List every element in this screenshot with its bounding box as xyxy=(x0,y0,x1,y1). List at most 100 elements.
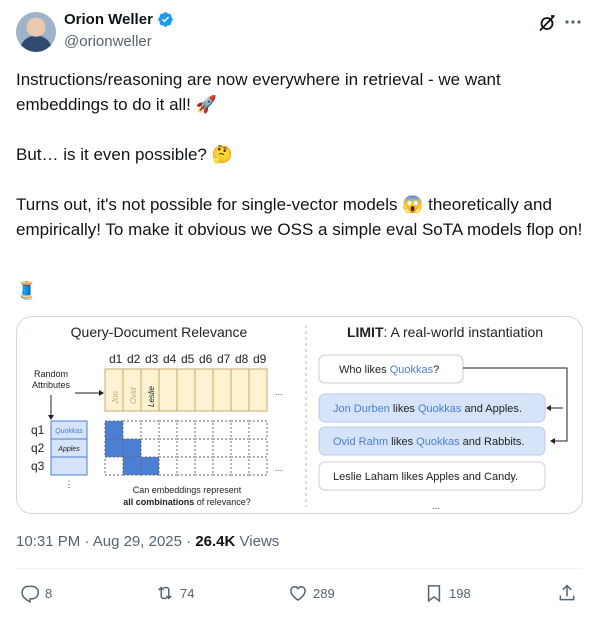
random-attributes-label-line2: Attributes xyxy=(32,380,71,390)
author-name-row: Orion Weller xyxy=(64,11,174,28)
share-button[interactable] xyxy=(557,583,577,603)
query-label: q2 xyxy=(31,441,45,455)
doc-bubble-2: Ovid Rahm likes Quokkas and Rabbits. xyxy=(318,426,546,456)
tweet-meta: 10:31 PM · Aug 29, 2025 · 26.4K Views xyxy=(16,533,280,550)
like-button[interactable]: 289 xyxy=(288,583,335,603)
doc-label: d8 xyxy=(235,352,249,366)
relevance-cell xyxy=(140,438,160,458)
attr-arrow-down-head xyxy=(48,415,54,420)
bookmark-icon xyxy=(427,585,441,603)
random-attributes-label-line1: Random xyxy=(34,369,68,379)
repost-count: 74 xyxy=(180,585,195,601)
query-label: q3 xyxy=(31,459,45,473)
relevance-cell xyxy=(104,438,124,458)
relevance-cell xyxy=(158,456,178,476)
relevance-cell xyxy=(248,438,268,458)
figure-caption-line2: all combinations of relevance? xyxy=(123,497,251,507)
relevance-cell xyxy=(140,420,160,440)
heart-icon xyxy=(290,585,306,601)
relevance-cell xyxy=(230,420,250,440)
relevance-cell xyxy=(212,438,232,458)
avatar[interactable] xyxy=(16,12,56,52)
relevance-cell xyxy=(104,456,124,476)
query-attr-apples: Apples xyxy=(57,446,80,453)
doc-label: d5 xyxy=(181,352,195,366)
relevance-cell xyxy=(104,420,124,440)
relevance-cell xyxy=(158,420,178,440)
doc-label: d4 xyxy=(163,352,177,366)
relevance-cell xyxy=(158,438,178,458)
doc-label: d2 xyxy=(127,352,141,366)
reply-count: 8 xyxy=(45,585,53,601)
relevance-cell xyxy=(194,420,214,440)
repost-icon xyxy=(158,586,172,600)
query-bubble-text: Who likes Quokkas? xyxy=(339,364,439,376)
doc-bubble-2-text: Ovid Rahm likes Quokkas and Rabbits. xyxy=(333,436,524,448)
figure-caption-line1: Can embeddings represent xyxy=(133,485,242,495)
doc-label: d9 xyxy=(253,352,267,366)
relevance-cell xyxy=(212,420,232,440)
author-handle[interactable]: @orionweller xyxy=(64,33,152,50)
attr-arrow-right-head xyxy=(99,390,104,396)
doc-label: d7 xyxy=(217,352,231,366)
query-label: q1 xyxy=(31,423,45,437)
doc-attr-leslie: Leslie xyxy=(147,386,156,407)
tweet-paragraph: But… is it even possible? 🤔 xyxy=(16,145,233,164)
relevance-cell xyxy=(230,456,250,476)
bookmark-button[interactable]: 198 xyxy=(424,583,471,603)
figure-ellipsis: ... xyxy=(432,501,440,512)
relevance-cell xyxy=(194,456,214,476)
reply-button[interactable]: 8 xyxy=(20,583,52,603)
relevance-cell xyxy=(194,438,214,458)
share-icon xyxy=(559,584,575,601)
author-display-name[interactable]: Orion Weller xyxy=(64,11,153,28)
more-options-icon[interactable] xyxy=(563,12,583,32)
tweet-paragraph: Instructions/reasoning are now everywher… xyxy=(16,70,501,114)
svg-text:...: ... xyxy=(275,463,283,473)
views-label: Views xyxy=(239,533,280,550)
doc-bubble-1: Jon Durben likes Quokkas and Apples. xyxy=(318,393,546,423)
query-labels: q1 q2 q3 xyxy=(31,423,45,473)
doc-label: d3 xyxy=(145,352,159,366)
relevance-cell xyxy=(248,456,268,476)
relevance-cell xyxy=(122,438,142,458)
relevance-cell xyxy=(122,456,142,476)
svg-text:⋮: ⋮ xyxy=(65,479,74,489)
tweet-media-image[interactable]: Query-Document Relevance d1 d2 d3 d4 d5 … xyxy=(16,316,583,514)
figure-right-title: LIMIT: A real-world instantiation xyxy=(347,324,543,340)
doc-bubble-1-text: Jon Durben likes Quokkas and Apples. xyxy=(333,403,522,415)
relevance-cell xyxy=(176,438,196,458)
query-bubble: Who likes Quokkas? xyxy=(318,354,464,384)
views-count: 26.4K xyxy=(195,533,236,550)
grok-icon[interactable] xyxy=(537,13,557,33)
verified-badge-icon xyxy=(158,12,173,27)
relevance-matrix xyxy=(104,420,268,476)
relevance-cell xyxy=(176,456,196,476)
doc-attr-ovid: Ovid xyxy=(129,387,138,404)
doc-bubble-3-text: Leslie Laham likes Apples and Candy. xyxy=(333,471,518,483)
bookmark-count: 198 xyxy=(449,585,471,601)
figure-left-title: Query-Document Relevance xyxy=(71,324,248,340)
relevance-cell xyxy=(176,420,196,440)
query-attr-quokkas: Quokkas xyxy=(55,428,83,435)
relevance-cell xyxy=(140,456,160,476)
relevance-cell xyxy=(212,456,232,476)
doc-label: d6 xyxy=(199,352,213,366)
like-count: 289 xyxy=(313,585,335,601)
query-attribute-matrix: Quokkas Apples ⋮ xyxy=(50,420,88,489)
doc-bubble-3: Leslie Laham likes Apples and Candy. xyxy=(318,461,546,491)
relevance-cell xyxy=(122,420,142,440)
tweet-paragraph: Turns out, it's not possible for single-… xyxy=(16,195,583,239)
thread-emoji: 🧵 xyxy=(16,281,38,300)
doc-attribute-matrix: Jon Ovid Leslie ... xyxy=(104,368,283,412)
doc-attr-jon: Jon xyxy=(111,391,120,405)
divider xyxy=(16,568,583,569)
tweet-date[interactable]: Aug 29, 2025 xyxy=(93,533,182,550)
tweet-text: Instructions/reasoning are now everywher… xyxy=(16,67,586,267)
repost-button[interactable]: 74 xyxy=(155,583,194,603)
doc-labels: d1 d2 d3 d4 d5 d6 d7 d8 d9 xyxy=(109,352,267,366)
action-bar: 8 74 289 198 xyxy=(0,583,599,607)
tweet-time[interactable]: 10:31 PM xyxy=(16,533,80,550)
reply-icon xyxy=(21,585,40,603)
doc-label: d1 xyxy=(109,352,123,366)
